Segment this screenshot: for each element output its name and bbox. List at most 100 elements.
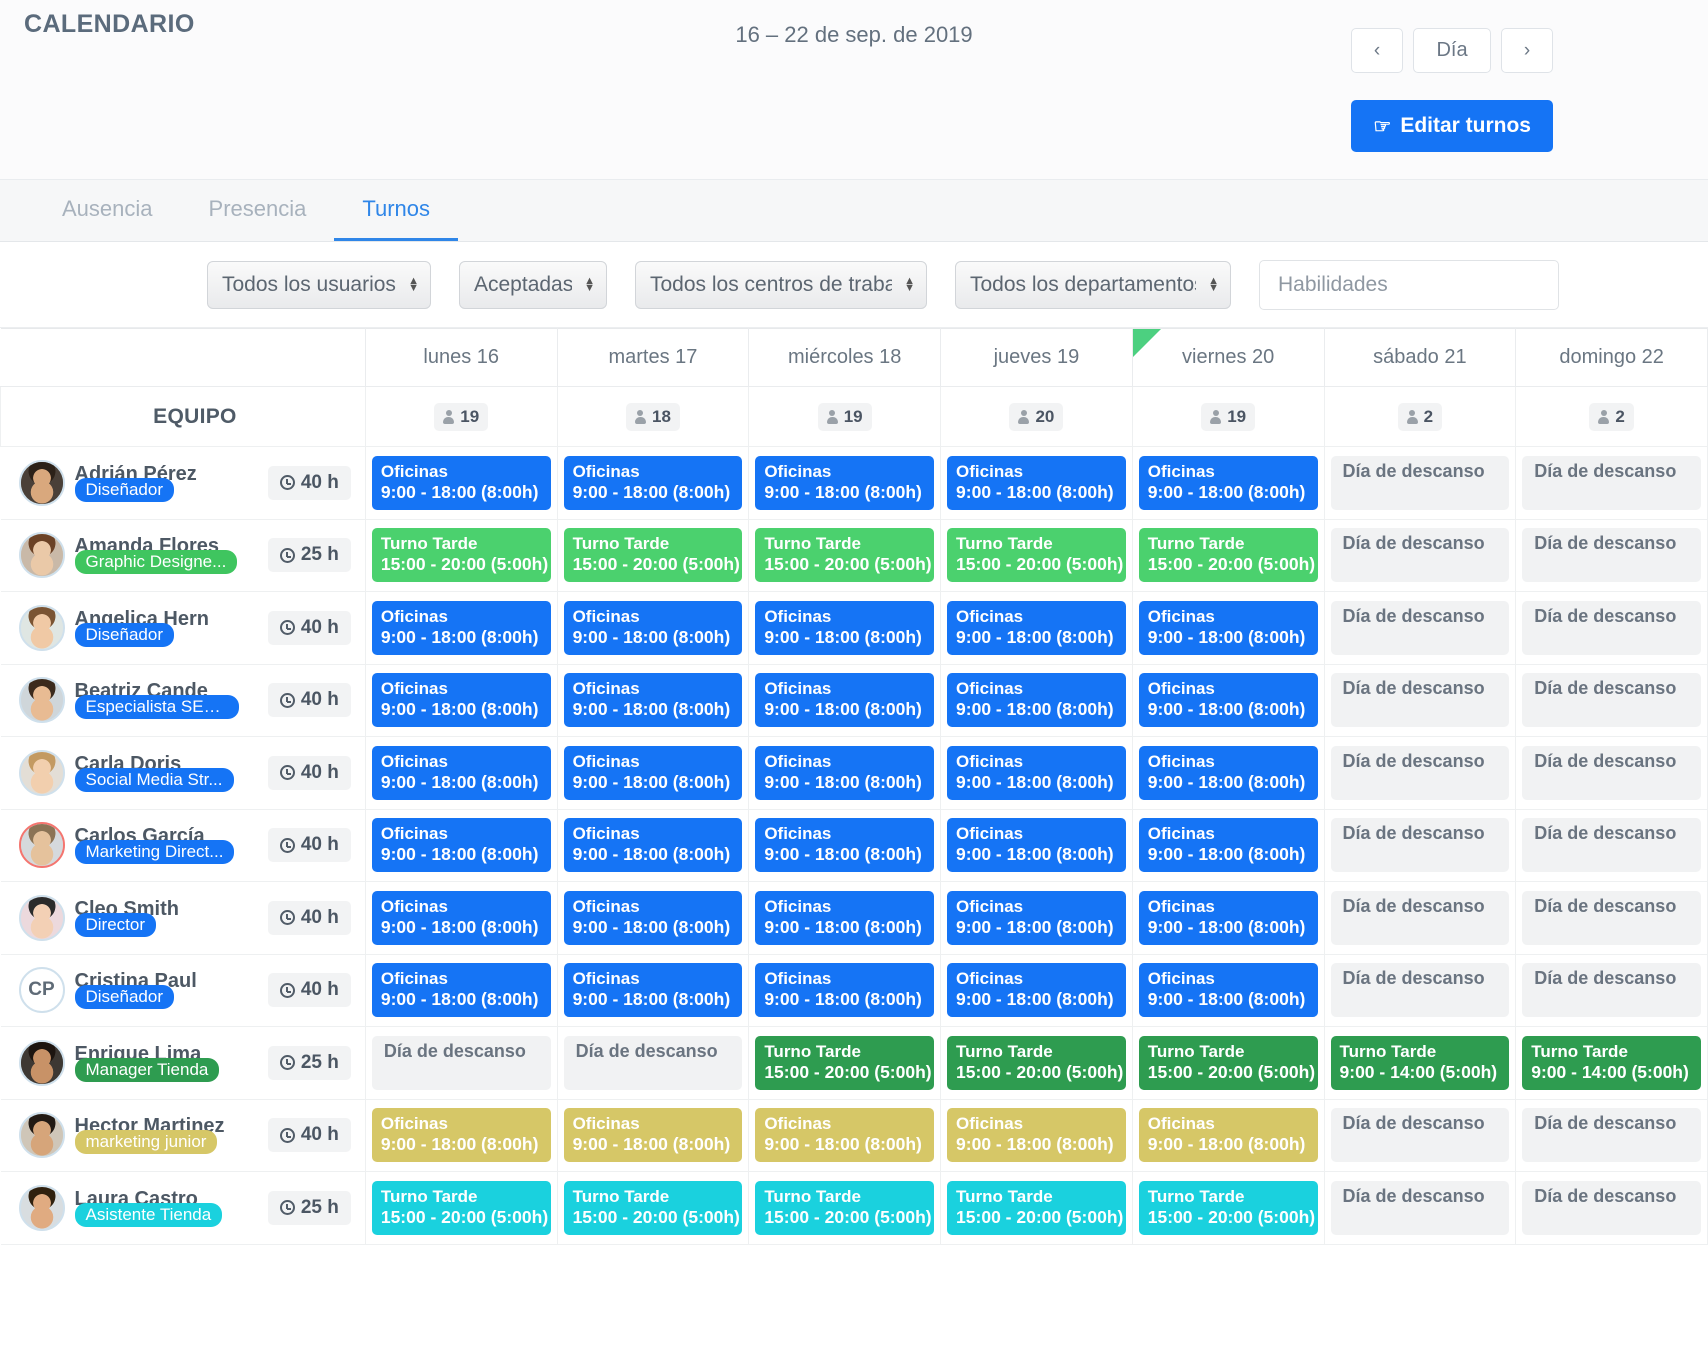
shift-block[interactable]: Oficinas9:00 - 18:00 (8:00h) (1139, 601, 1318, 655)
employee-cell[interactable]: Cleo SmithDirector40 h (1, 882, 366, 955)
shift-cell[interactable]: Oficinas9:00 - 18:00 (8:00h) (365, 664, 557, 737)
shift-cell[interactable]: Turno Tarde15:00 - 20:00 (5:00h) (1132, 1172, 1324, 1245)
shift-cell[interactable]: Oficinas9:00 - 18:00 (8:00h) (557, 737, 749, 810)
avatar[interactable] (19, 1185, 65, 1231)
shift-cell[interactable]: Turno Tarde15:00 - 20:00 (5:00h) (941, 1172, 1133, 1245)
shift-block[interactable]: Oficinas9:00 - 18:00 (8:00h) (947, 456, 1126, 510)
shift-block[interactable]: Oficinas9:00 - 18:00 (8:00h) (947, 673, 1126, 727)
employee-cell[interactable]: Beatriz CandeEspecialista SEO...40 h (1, 664, 366, 737)
shift-block[interactable]: Turno Tarde15:00 - 20:00 (5:00h) (372, 1181, 551, 1235)
shift-cell[interactable]: Oficinas9:00 - 18:00 (8:00h) (557, 592, 749, 665)
rest-day-block[interactable]: Día de descanso (1522, 1181, 1701, 1235)
view-mode-button[interactable]: Día (1413, 28, 1491, 73)
shift-cell[interactable]: Oficinas9:00 - 18:00 (8:00h) (749, 882, 941, 955)
shift-block[interactable]: Turno Tarde9:00 - 14:00 (5:00h) (1522, 1036, 1701, 1090)
shift-cell[interactable]: Día de descanso (1516, 809, 1708, 882)
edit-shifts-button[interactable]: ☞ Editar turnos (1351, 100, 1553, 152)
employee-cell[interactable]: Amanda FloresGraphic Designe...25 h (1, 519, 366, 592)
employee-cell[interactable]: Adrián PérezDiseñador40 h (1, 447, 366, 520)
shift-block[interactable]: Oficinas9:00 - 18:00 (8:00h) (564, 818, 743, 872)
shift-cell[interactable]: Oficinas9:00 - 18:00 (8:00h) (941, 954, 1133, 1027)
rest-day-block[interactable]: Día de descanso (1331, 891, 1510, 945)
shift-cell[interactable]: Turno Tarde15:00 - 20:00 (5:00h) (1132, 1027, 1324, 1100)
shift-cell[interactable]: Día de descanso (1324, 882, 1516, 955)
shift-block[interactable]: Turno Tarde15:00 - 20:00 (5:00h) (1139, 1181, 1318, 1235)
rest-day-block[interactable]: Día de descanso (1522, 746, 1701, 800)
rest-day-block[interactable]: Día de descanso (1522, 818, 1701, 872)
shift-cell[interactable]: Oficinas9:00 - 18:00 (8:00h) (941, 737, 1133, 810)
shift-block[interactable]: Oficinas9:00 - 18:00 (8:00h) (1139, 891, 1318, 945)
shift-block[interactable]: Oficinas9:00 - 18:00 (8:00h) (564, 963, 743, 1017)
shift-block[interactable]: Oficinas9:00 - 18:00 (8:00h) (372, 891, 551, 945)
shift-block[interactable]: Oficinas9:00 - 18:00 (8:00h) (372, 963, 551, 1017)
shift-block[interactable]: Oficinas9:00 - 18:00 (8:00h) (1139, 673, 1318, 727)
shift-cell[interactable]: Oficinas9:00 - 18:00 (8:00h) (557, 882, 749, 955)
shift-block[interactable]: Oficinas9:00 - 18:00 (8:00h) (372, 818, 551, 872)
rest-day-block[interactable]: Día de descanso (1331, 601, 1510, 655)
shift-cell[interactable]: Día de descanso (1516, 737, 1708, 810)
shift-block[interactable]: Oficinas9:00 - 18:00 (8:00h) (372, 601, 551, 655)
shift-cell[interactable]: Oficinas9:00 - 18:00 (8:00h) (749, 809, 941, 882)
employee-cell[interactable]: Hector Martinezmarketing junior40 h (1, 1099, 366, 1172)
avatar[interactable] (19, 895, 65, 941)
shift-block[interactable]: Oficinas9:00 - 18:00 (8:00h) (564, 456, 743, 510)
shift-cell[interactable]: Oficinas9:00 - 18:00 (8:00h) (749, 954, 941, 1027)
employee-cell[interactable]: Laura CastroAsistente Tienda25 h (1, 1172, 366, 1245)
shift-cell[interactable]: Turno Tarde15:00 - 20:00 (5:00h) (749, 1172, 941, 1245)
shift-cell[interactable]: Día de descanso (1324, 664, 1516, 737)
rest-day-block[interactable]: Día de descanso (1331, 673, 1510, 727)
avatar[interactable] (19, 460, 65, 506)
shift-cell[interactable]: Día de descanso (1516, 447, 1708, 520)
rest-day-block[interactable]: Día de descanso (1331, 746, 1510, 800)
shift-block[interactable]: Turno Tarde15:00 - 20:00 (5:00h) (947, 528, 1126, 582)
shift-block[interactable]: Turno Tarde15:00 - 20:00 (5:00h) (1139, 528, 1318, 582)
shift-cell[interactable]: Día de descanso (365, 1027, 557, 1100)
shift-block[interactable]: Turno Tarde9:00 - 14:00 (5:00h) (1331, 1036, 1510, 1090)
employee-cell[interactable]: Angelica HernDiseñador40 h (1, 592, 366, 665)
rest-day-block[interactable]: Día de descanso (1522, 673, 1701, 727)
filter-status-select[interactable]: Aceptadas ▲▼ (459, 261, 607, 309)
shift-cell[interactable]: Oficinas9:00 - 18:00 (8:00h) (749, 664, 941, 737)
shift-cell[interactable]: Oficinas9:00 - 18:00 (8:00h) (365, 737, 557, 810)
rest-day-block[interactable]: Día de descanso (1522, 456, 1701, 510)
avatar[interactable] (19, 532, 65, 578)
shift-cell[interactable]: Oficinas9:00 - 18:00 (8:00h) (1132, 882, 1324, 955)
shift-block[interactable]: Oficinas9:00 - 18:00 (8:00h) (947, 1108, 1126, 1162)
shift-cell[interactable]: Día de descanso (1324, 954, 1516, 1027)
prev-period-button[interactable]: ‹ (1351, 28, 1403, 73)
shift-block[interactable]: Turno Tarde15:00 - 20:00 (5:00h) (1139, 1036, 1318, 1090)
shift-block[interactable]: Oficinas9:00 - 18:00 (8:00h) (947, 818, 1126, 872)
shift-cell[interactable]: Turno Tarde15:00 - 20:00 (5:00h) (1132, 519, 1324, 592)
shift-cell[interactable]: Oficinas9:00 - 18:00 (8:00h) (941, 664, 1133, 737)
shift-cell[interactable]: Oficinas9:00 - 18:00 (8:00h) (1132, 592, 1324, 665)
shift-cell[interactable]: Día de descanso (1516, 1172, 1708, 1245)
rest-day-block[interactable]: Día de descanso (1331, 1108, 1510, 1162)
rest-day-block[interactable]: Día de descanso (1331, 1181, 1510, 1235)
employee-cell[interactable]: Carla DorisSocial Media Str...40 h (1, 737, 366, 810)
shift-block[interactable]: Turno Tarde15:00 - 20:00 (5:00h) (947, 1036, 1126, 1090)
shift-block[interactable]: Oficinas9:00 - 18:00 (8:00h) (947, 963, 1126, 1017)
shift-cell[interactable]: Oficinas9:00 - 18:00 (8:00h) (1132, 664, 1324, 737)
rest-day-block[interactable]: Día de descanso (1331, 528, 1510, 582)
rest-day-block[interactable]: Día de descanso (1331, 818, 1510, 872)
day-header-3[interactable]: jueves 19 (941, 329, 1133, 387)
shift-cell[interactable]: Día de descanso (1516, 519, 1708, 592)
shift-cell[interactable]: Turno Tarde15:00 - 20:00 (5:00h) (557, 1172, 749, 1245)
employee-cell[interactable]: Carlos GarcíaMarketing Direct...40 h (1, 809, 366, 882)
shift-block[interactable]: Turno Tarde15:00 - 20:00 (5:00h) (755, 528, 934, 582)
rest-day-block[interactable]: Día de descanso (1522, 963, 1701, 1017)
rest-day-block[interactable]: Día de descanso (564, 1036, 743, 1090)
shift-cell[interactable]: Día de descanso (1324, 809, 1516, 882)
avatar[interactable] (19, 822, 65, 868)
shift-block[interactable]: Oficinas9:00 - 18:00 (8:00h) (947, 601, 1126, 655)
filter-workcenters-select[interactable]: Todos los centros de trabajo ▲▼ (635, 261, 927, 309)
shift-cell[interactable]: Oficinas9:00 - 18:00 (8:00h) (749, 737, 941, 810)
day-header-5[interactable]: sábado 21 (1324, 329, 1516, 387)
shift-block[interactable]: Oficinas9:00 - 18:00 (8:00h) (372, 1108, 551, 1162)
avatar[interactable]: CP (19, 967, 65, 1013)
shift-cell[interactable]: Día de descanso (1324, 447, 1516, 520)
shift-cell[interactable]: Turno Tarde15:00 - 20:00 (5:00h) (365, 519, 557, 592)
shift-cell[interactable]: Oficinas9:00 - 18:00 (8:00h) (1132, 447, 1324, 520)
shift-cell[interactable]: Oficinas9:00 - 18:00 (8:00h) (365, 809, 557, 882)
shift-cell[interactable]: Oficinas9:00 - 18:00 (8:00h) (749, 1099, 941, 1172)
